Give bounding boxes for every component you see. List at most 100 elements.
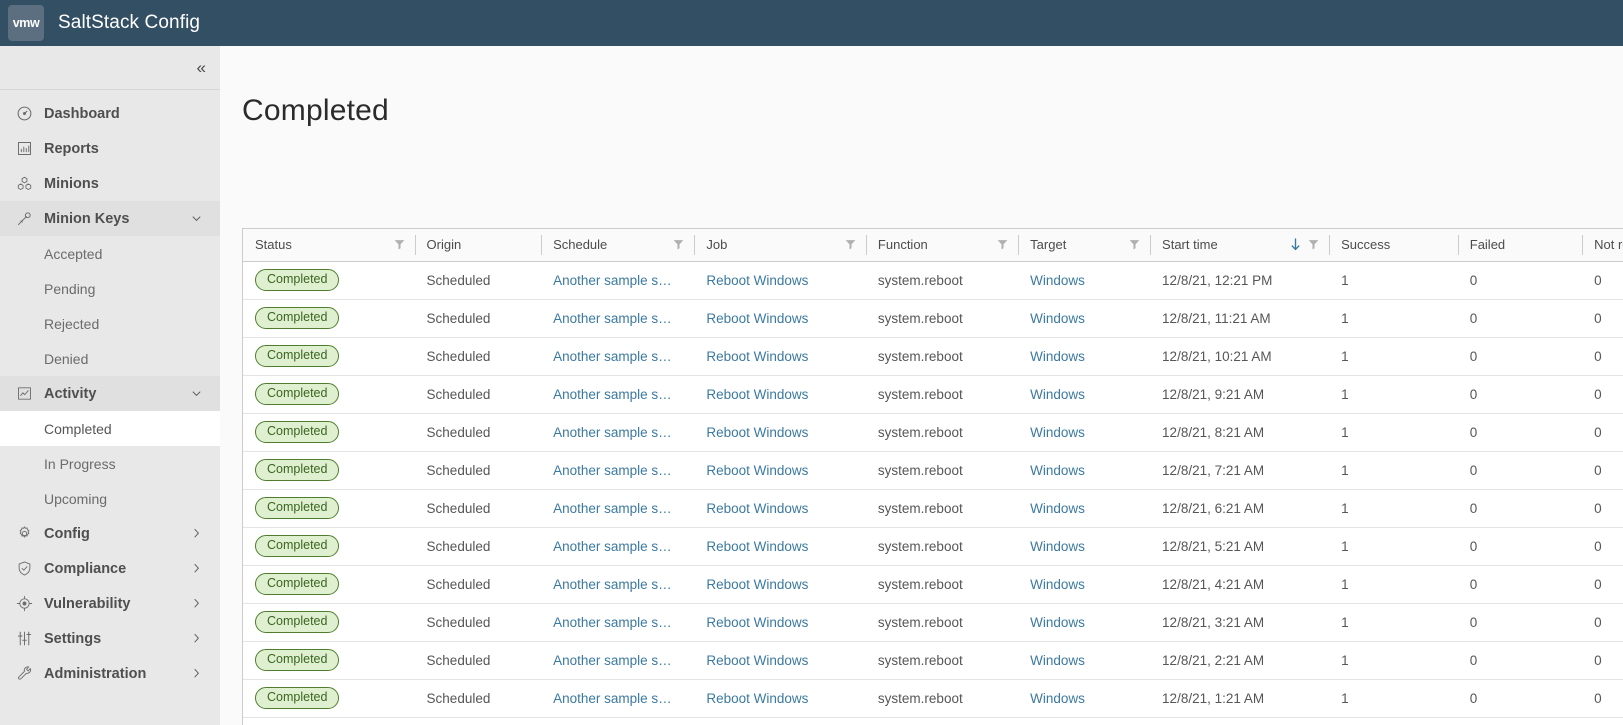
- cell-job[interactable]: Reboot Windows: [694, 299, 866, 338]
- job-link[interactable]: Reboot Windows: [706, 577, 808, 592]
- job-link[interactable]: Reboot Windows: [706, 387, 808, 402]
- sidebar-item-config[interactable]: Config: [0, 516, 220, 551]
- filter-funnel-icon[interactable]: [1129, 239, 1140, 250]
- sidebar-subitem-rejected[interactable]: Rejected: [0, 306, 220, 341]
- target-link[interactable]: Windows: [1030, 501, 1085, 516]
- chevron-right-icon[interactable]: [189, 561, 204, 576]
- target-link[interactable]: Windows: [1030, 539, 1085, 554]
- cell-schedule[interactable]: Another sample s…: [541, 299, 695, 338]
- cell-job[interactable]: Reboot Windows: [694, 261, 866, 300]
- table-row[interactable]: Completed Scheduled Another sample s… Reboo…: [243, 413, 1623, 452]
- table-row[interactable]: Completed Scheduled Another sample s… Reboo…: [243, 489, 1623, 528]
- column-header-origin[interactable]: Origin: [414, 229, 542, 262]
- column-header-schedule[interactable]: Schedule: [541, 229, 695, 262]
- target-link[interactable]: Windows: [1030, 387, 1085, 402]
- target-link[interactable]: Windows: [1030, 691, 1085, 706]
- table-row[interactable]: Completed Scheduled Another sample s… Reboo…: [243, 261, 1623, 300]
- cell-schedule[interactable]: Another sample s…: [541, 261, 695, 300]
- cell-target[interactable]: Windows: [1018, 565, 1151, 604]
- cell-target[interactable]: Windows: [1018, 337, 1151, 376]
- target-link[interactable]: Windows: [1030, 349, 1085, 364]
- job-link[interactable]: Reboot Windows: [706, 311, 808, 326]
- filter-funnel-icon[interactable]: [673, 239, 684, 250]
- cell-target[interactable]: Windows: [1018, 261, 1151, 300]
- cell-schedule[interactable]: Another sample s…: [541, 679, 695, 718]
- schedule-link[interactable]: Another sample s…: [553, 387, 672, 402]
- cell-schedule[interactable]: Another sample s…: [541, 489, 695, 528]
- cell-target[interactable]: Windows: [1018, 679, 1151, 718]
- table-row[interactable]: Completed Scheduled Another sample s… Reboo…: [243, 451, 1623, 490]
- cell-target[interactable]: Windows: [1018, 413, 1151, 452]
- job-link[interactable]: Reboot Windows: [706, 539, 808, 554]
- sidebar-item-compliance[interactable]: Compliance: [0, 551, 220, 586]
- cell-target[interactable]: Windows: [1018, 489, 1151, 528]
- job-link[interactable]: Reboot Windows: [706, 463, 808, 478]
- cell-target[interactable]: Windows: [1018, 299, 1151, 338]
- sort-descending-icon[interactable]: [1290, 238, 1301, 251]
- schedule-link[interactable]: Another sample s…: [553, 273, 672, 288]
- collapse-sidebar-icon[interactable]: «: [197, 59, 206, 76]
- table-row[interactable]: Completed Scheduled Another sample s… Reboo…: [243, 299, 1623, 338]
- target-link[interactable]: Windows: [1030, 463, 1085, 478]
- cell-job[interactable]: Reboot Windows: [694, 603, 866, 642]
- table-row[interactable]: Completed Scheduled Another sample s… Reboo…: [243, 641, 1623, 680]
- cell-target[interactable]: Windows: [1018, 641, 1151, 680]
- job-link[interactable]: Reboot Windows: [706, 425, 808, 440]
- target-link[interactable]: Windows: [1030, 577, 1085, 592]
- cell-target[interactable]: Windows: [1018, 375, 1151, 414]
- cell-schedule[interactable]: Another sample s…: [541, 641, 695, 680]
- schedule-link[interactable]: Another sample s…: [553, 349, 672, 364]
- sidebar-item-minions[interactable]: Minions: [0, 166, 220, 201]
- column-header-success[interactable]: Success: [1329, 229, 1458, 262]
- sidebar-subitem-denied[interactable]: Denied: [0, 341, 220, 376]
- filter-funnel-icon[interactable]: [845, 239, 856, 250]
- sidebar-item-dashboard[interactable]: Dashboard: [0, 96, 220, 131]
- sidebar-item-vulnerability[interactable]: Vulnerability: [0, 586, 220, 621]
- chevron-right-icon[interactable]: [189, 666, 204, 681]
- schedule-link[interactable]: Another sample s…: [553, 615, 672, 630]
- cell-schedule[interactable]: Another sample s…: [541, 603, 695, 642]
- schedule-link[interactable]: Another sample s…: [553, 311, 672, 326]
- cell-job[interactable]: Reboot Windows: [694, 565, 866, 604]
- cell-target[interactable]: Windows: [1018, 603, 1151, 642]
- table-row[interactable]: Completed Scheduled Another sample s… Reboo…: [243, 337, 1623, 376]
- target-link[interactable]: Windows: [1030, 425, 1085, 440]
- cell-job[interactable]: Reboot Windows: [694, 489, 866, 528]
- sidebar-subitem-accepted[interactable]: Accepted: [0, 236, 220, 271]
- schedule-link[interactable]: Another sample s…: [553, 463, 672, 478]
- job-link[interactable]: Reboot Windows: [706, 349, 808, 364]
- table-row[interactable]: Completed Scheduled Another sample s… Reboo…: [243, 603, 1623, 642]
- cell-job[interactable]: Reboot Windows: [694, 413, 866, 452]
- schedule-link[interactable]: Another sample s…: [553, 425, 672, 440]
- column-header-job[interactable]: Job: [694, 229, 866, 262]
- filter-funnel-icon[interactable]: [997, 239, 1008, 250]
- column-header-start-time[interactable]: Start time: [1150, 229, 1330, 262]
- column-header-status[interactable]: Status: [243, 229, 415, 262]
- schedule-link[interactable]: Another sample s…: [553, 577, 672, 592]
- schedule-link[interactable]: Another sample s…: [553, 653, 672, 668]
- cell-schedule[interactable]: Another sample s…: [541, 375, 695, 414]
- sidebar-item-activity[interactable]: Activity: [0, 376, 220, 411]
- cell-schedule[interactable]: Another sample s…: [541, 413, 695, 452]
- sidebar-subitem-in-progress[interactable]: In Progress: [0, 446, 220, 481]
- cell-schedule[interactable]: Another sample s…: [541, 565, 695, 604]
- cell-target[interactable]: Windows: [1018, 527, 1151, 566]
- table-row[interactable]: Completed Scheduled Another sample s… Reboo…: [243, 679, 1623, 718]
- cell-schedule[interactable]: Another sample s…: [541, 451, 695, 490]
- cell-job[interactable]: Reboot Windows: [694, 679, 866, 718]
- filter-funnel-icon[interactable]: [1308, 239, 1319, 250]
- sidebar-item-administration[interactable]: Administration: [0, 656, 220, 691]
- filter-funnel-icon[interactable]: [394, 239, 405, 250]
- sidebar-item-settings[interactable]: Settings: [0, 621, 220, 656]
- chevron-right-icon[interactable]: [189, 526, 204, 541]
- chevron-right-icon[interactable]: [189, 596, 204, 611]
- column-header-failed[interactable]: Failed: [1457, 229, 1583, 262]
- chevron-down-icon[interactable]: [189, 386, 204, 401]
- sidebar-item-reports[interactable]: Reports: [0, 131, 220, 166]
- cell-job[interactable]: Reboot Windows: [694, 375, 866, 414]
- target-link[interactable]: Windows: [1030, 615, 1085, 630]
- table-row[interactable]: Completed Scheduled Another sample s… Reboo…: [243, 375, 1623, 414]
- schedule-link[interactable]: Another sample s…: [553, 539, 672, 554]
- job-link[interactable]: Reboot Windows: [706, 691, 808, 706]
- sidebar-subitem-upcoming[interactable]: Upcoming: [0, 481, 220, 516]
